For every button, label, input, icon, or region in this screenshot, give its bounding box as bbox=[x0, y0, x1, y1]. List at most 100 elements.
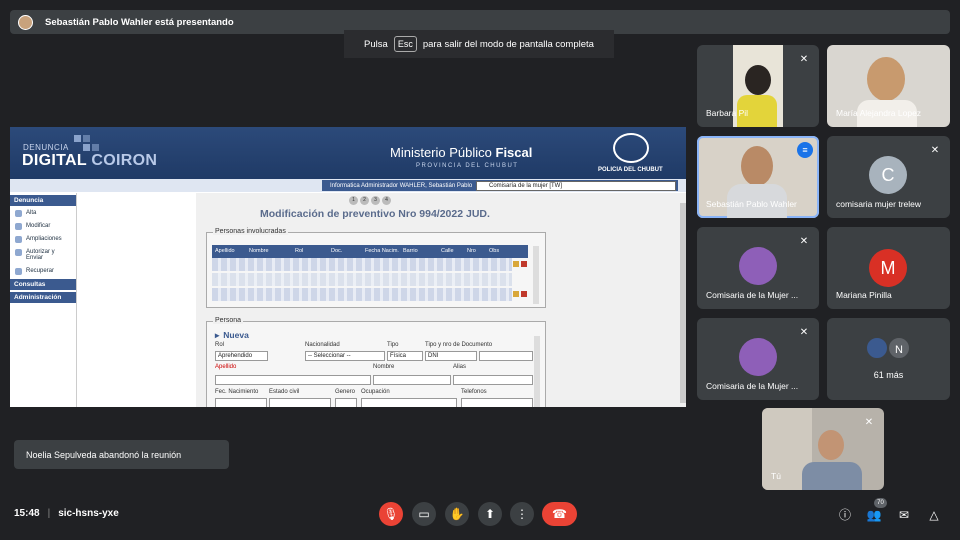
provincia-label: PROVINCIA DEL CHUBUT bbox=[416, 163, 519, 169]
mic-toggle-button[interactable]: 🎙 bbox=[379, 502, 403, 526]
presenter-text: Sebastián Pablo Wahler está presentando bbox=[45, 16, 234, 28]
more-participants-label: 61 más bbox=[873, 370, 904, 380]
estado-civil-select[interactable] bbox=[269, 398, 331, 407]
participant-avatar: M bbox=[869, 249, 907, 287]
comisaria-select[interactable]: Comisaría de la mujer [TW] bbox=[476, 181, 676, 191]
persona-legend: Persona bbox=[213, 317, 244, 324]
more-participants-tile[interactable]: N 61 más bbox=[827, 318, 950, 400]
participant-tile[interactable]: ✕ Comisaria de la Mujer ... bbox=[697, 227, 819, 309]
step-1[interactable]: 1 bbox=[349, 196, 358, 205]
grid-scrollbar[interactable] bbox=[533, 246, 539, 304]
participant-video bbox=[745, 65, 771, 95]
sidebar-item-recuperar[interactable]: Recuperar bbox=[10, 264, 76, 277]
nombre-label: Nombre bbox=[373, 364, 395, 370]
participant-tile[interactable]: C ✕ comisaria mujer trelew bbox=[827, 136, 950, 218]
col-barrio: Barrio bbox=[403, 248, 418, 254]
persona-scrollbar[interactable] bbox=[534, 336, 540, 407]
participant-video bbox=[741, 146, 773, 186]
delete-icon[interactable] bbox=[521, 261, 527, 267]
col-rol: Rol bbox=[295, 248, 304, 254]
telefonos-input[interactable] bbox=[461, 398, 533, 407]
mic-off-icon: ✕ bbox=[799, 236, 809, 247]
more-options-button[interactable]: ⋮ bbox=[510, 502, 534, 526]
meeting-time: 15:48 bbox=[14, 508, 40, 519]
page-scrollbar[interactable] bbox=[680, 203, 686, 403]
self-video bbox=[802, 462, 862, 490]
documento-input[interactable] bbox=[479, 351, 533, 361]
participant-name: Comisaria de la Mujer ... bbox=[706, 290, 799, 300]
people-count-badge: 70 bbox=[874, 498, 887, 508]
edit-icon[interactable] bbox=[513, 291, 519, 297]
notification-toast: Noelia Sepulveda abandonó la reunión bbox=[14, 440, 229, 469]
apellido-input[interactable] bbox=[215, 375, 371, 385]
sidebar-head-administracion[interactable]: Administración bbox=[10, 292, 76, 303]
mic-off-icon: ✕ bbox=[799, 54, 809, 65]
people-icon[interactable]: 👥 bbox=[865, 506, 883, 524]
presenter-avatar bbox=[18, 14, 33, 30]
step-2[interactable]: 2 bbox=[360, 196, 369, 205]
genero-select[interactable] bbox=[335, 398, 357, 407]
sidebar-head-consultas[interactable]: Consultas bbox=[10, 279, 76, 290]
participant-tile[interactable]: ✕ Barbara Pil bbox=[697, 45, 819, 127]
speaking-indicator-icon: ≡ bbox=[797, 142, 813, 158]
mic-off-icon: ✕ bbox=[930, 145, 940, 156]
participant-tile-speaking[interactable]: ≡ Sebastián Pablo Wahler bbox=[697, 136, 819, 218]
table-row[interactable] bbox=[212, 273, 512, 286]
app-sidebar: Denuncia Alta Modificar Ampliaciones Aut… bbox=[10, 193, 77, 407]
fec-nacimiento-input[interactable] bbox=[215, 398, 267, 407]
camera-toggle-button[interactable]: ▭ bbox=[412, 502, 436, 526]
nacionalidad-select[interactable]: -- Seleccionar -- bbox=[305, 351, 385, 361]
esc-hint-suffix: para salir del modo de pantalla completa bbox=[422, 38, 594, 50]
row-actions[interactable] bbox=[513, 288, 528, 301]
sidebar-head-denuncia[interactable]: Denuncia bbox=[10, 195, 76, 206]
edit-icon[interactable] bbox=[513, 261, 519, 267]
table-row[interactable] bbox=[212, 288, 512, 301]
ministerio-title: Ministerio Público Fiscal bbox=[390, 145, 532, 160]
alias-input[interactable] bbox=[453, 375, 533, 385]
step-4[interactable]: 4 bbox=[382, 196, 391, 205]
raise-hand-button[interactable]: ✋ bbox=[445, 502, 469, 526]
sidebar-item-alta[interactable]: Alta bbox=[10, 206, 76, 219]
nueva-link[interactable]: Nueva bbox=[215, 330, 249, 341]
sidebar-item-modificar[interactable]: Modificar bbox=[10, 219, 76, 232]
col-apellido: Apellido bbox=[215, 248, 235, 254]
participant-tile[interactable]: M Mariana Pinilla bbox=[827, 227, 950, 309]
chat-icon[interactable]: ✉ bbox=[895, 506, 913, 524]
personas-legend: Personas involucradas bbox=[213, 228, 288, 235]
sidebar-item-autorizar[interactable]: Autorizar y Enviar bbox=[10, 245, 76, 264]
tipo-doc-label: Tipo y nro de Documento bbox=[425, 342, 493, 348]
delete-icon[interactable] bbox=[521, 291, 527, 297]
mic-off-icon: ✕ bbox=[799, 327, 809, 338]
police-badge-avatar bbox=[865, 336, 889, 360]
activities-icon[interactable]: △ bbox=[925, 506, 943, 524]
sidebar-item-ampliaciones[interactable]: Ampliaciones bbox=[10, 232, 76, 245]
meeting-separator: | bbox=[47, 508, 51, 519]
col-nro: Nro bbox=[467, 248, 476, 254]
brand-digital: DIGITAL bbox=[22, 152, 87, 169]
fullscreen-hint: Pulsa Esc para salir del modo de pantall… bbox=[344, 30, 614, 58]
personas-grid-header: Apellido Nombre Rol Doc. Fecha Nacim. Ba… bbox=[212, 245, 528, 258]
brand-small: DENUNCIA bbox=[23, 143, 69, 152]
tipo-doc-select[interactable]: DNI bbox=[425, 351, 477, 361]
participant-tile[interactable]: ✕ Comisaria de la Mujer ... bbox=[697, 318, 819, 400]
police-badge-avatar bbox=[739, 247, 777, 285]
row-actions[interactable] bbox=[513, 258, 528, 271]
tipo-select[interactable]: Física bbox=[387, 351, 423, 361]
self-tile[interactable]: ✕ Tú bbox=[762, 408, 884, 490]
police-shield-icon bbox=[613, 133, 649, 163]
nacionalidad-label: Nacionalidad bbox=[305, 342, 340, 348]
step-3[interactable]: 3 bbox=[371, 196, 380, 205]
present-button[interactable]: ⬆ bbox=[478, 502, 502, 526]
estado-civil-label: Estado civil bbox=[269, 389, 300, 395]
fec-nacimiento-label: Fec. Nacimiento bbox=[215, 389, 259, 395]
meeting-details-icon[interactable]: ⓘ bbox=[836, 506, 854, 524]
table-row[interactable] bbox=[212, 258, 512, 271]
nombre-input[interactable] bbox=[373, 375, 451, 385]
genero-label: Genero bbox=[335, 389, 356, 395]
ocupacion-select[interactable] bbox=[361, 398, 457, 407]
col-obs: Obs bbox=[489, 248, 500, 254]
end-call-button[interactable]: ☎ bbox=[542, 502, 577, 526]
app-header: DENUNCIA DIGITAL COIRON Ministerio Públi… bbox=[10, 127, 686, 179]
participant-tile[interactable]: María Alejandra Lopez bbox=[827, 45, 950, 127]
rol-select[interactable]: Aprehendido bbox=[215, 351, 268, 361]
